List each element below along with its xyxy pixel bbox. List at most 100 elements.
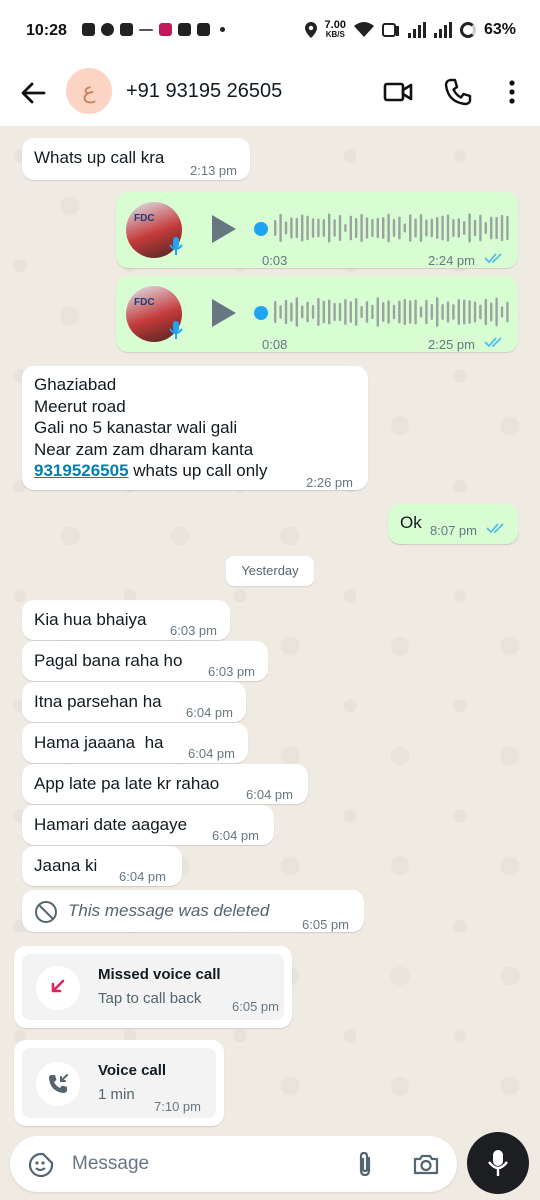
contact-name[interactable]: +91 93195 26505 [126,80,282,103]
call-card-inner: Voice call 1 min 7:10 pm [22,1048,216,1118]
message-line: Near zam zam dharam kanta [34,439,254,459]
incoming-message[interactable]: Jaana ki 6:04 pm [22,846,182,886]
message-time: 6:05 pm [232,999,279,1014]
waveform-bar [468,213,471,243]
message-text: Kia hua bhaiya [34,610,147,629]
battery-icon [459,21,476,38]
message-text: App late pa late kr rahao [34,774,220,793]
attach-icon[interactable] [352,1150,378,1178]
mic-icon [488,1150,508,1176]
play-icon[interactable] [210,298,238,328]
waveform-bar [344,299,347,325]
waveform-bar [274,300,277,324]
waveform-bar [284,299,288,325]
waveform-bar [317,218,320,238]
message-text: Pagal bana raha ho [34,651,183,670]
waveform-bar [392,304,396,320]
chat-area[interactable]: Whats up call kra 2:13 pm FDC 0:03 2:24 … [0,126,540,1136]
incoming-call-icon [49,1074,68,1093]
waveform-bar [387,213,390,243]
waveform-bar [468,300,471,324]
phone-icon[interactable] [442,76,474,108]
message-line: Meerut road [34,396,126,416]
incoming-message[interactable]: App late pa late kr rahao 6:04 pm [22,764,308,804]
waveform-bar [414,218,417,238]
playback-scrubber[interactable] [254,306,268,320]
waveform-bar [457,298,460,326]
message-time: 6:04 pm [186,705,233,720]
notification-icon [82,23,95,36]
waveform-bar [360,305,363,319]
sticker-emoji-icon[interactable] [28,1152,54,1178]
message-time: 6:03 pm [170,623,217,638]
voice-call-card[interactable]: Voice call 1 min 7:10 pm [14,1040,224,1126]
waveform-bar [495,297,498,327]
mic-badge-icon [169,321,183,339]
waveform-bar [436,297,439,327]
incoming-message[interactable]: Pagal bana raha ho 6:03 pm [22,641,268,681]
message-time: 2:24 pm [428,253,475,268]
waveform-bar [441,304,444,320]
back-arrow-icon[interactable] [18,78,48,108]
outgoing-voice-message[interactable]: FDC 0:03 2:24 pm [116,192,518,268]
read-ticks-icon [486,523,504,534]
waveform-bar [311,218,315,238]
missed-call-icon-bg [36,966,80,1010]
play-icon[interactable] [210,214,238,244]
incoming-message[interactable]: Whats up call kra 2:13 pm [22,138,250,180]
waveform-bar [506,215,509,241]
more-options-icon[interactable] [496,76,528,108]
mic-badge-icon [169,237,183,255]
waveform-bar [333,302,336,322]
waveform[interactable] [272,208,514,248]
instagram-icon [120,23,133,36]
message-time: 6:05 pm [302,917,349,932]
video-call-icon[interactable] [382,76,414,108]
deleted-message[interactable]: This message was deleted 6:05 pm [22,890,364,932]
waveform-bar [479,304,482,320]
waveform-bar [490,216,493,240]
waveform-bar [338,302,342,322]
waveform-bar [398,216,401,240]
waveform-bar [317,298,320,326]
waveform-bar [382,217,385,239]
incoming-message[interactable]: Hamari date aagaye 6:04 pm [22,805,274,845]
message-input[interactable]: Message [10,1136,457,1192]
waveform-bar [403,298,406,326]
waveform-bar [473,301,477,323]
waveform-bar [430,218,433,238]
volte-icon [381,22,399,37]
waveform-bar [306,301,309,323]
camera-icon[interactable] [412,1150,440,1178]
voice-duration: 0:08 [262,337,288,352]
missed-call-card[interactable]: Missed voice call Tap to call back 6:05 … [14,946,292,1028]
voice-record-button[interactable] [467,1132,529,1194]
incoming-message[interactable]: Itna parsehan ha 6:04 pm [22,682,246,722]
waveform[interactable] [272,292,514,332]
waveform-bar [500,306,504,318]
incoming-message[interactable]: Ghaziabad Meerut road Gali no 5 kanastar… [22,366,368,490]
incoming-message[interactable]: Hama jaaana ha 6:04 pm [22,723,248,763]
waveform-bar [441,215,444,241]
chat-header: ع +91 93195 26505 [0,62,540,127]
phone-number-link[interactable]: 9319526505 [34,461,129,480]
outgoing-message[interactable]: Ok 8:07 pm [388,504,518,544]
waveform-bar [306,215,309,241]
battery-level: 63% [483,20,516,38]
waveform-bar [338,214,342,242]
more-notifications-dot [220,27,225,32]
playback-scrubber[interactable] [254,222,268,236]
incoming-message[interactable]: Kia hua bhaiya 6:03 pm [22,600,230,640]
waveform-bar [506,301,509,323]
waveform-bar [301,214,304,242]
avatar[interactable]: ع [66,68,112,114]
outgoing-voice-message[interactable]: FDC 0:08 2:25 pm [116,276,518,352]
waveform-bar [279,305,282,319]
waveform-bar [365,300,369,324]
waveform-bar [484,221,487,235]
instagram-icon [178,23,191,36]
network-speed-unit: KB/S [325,30,345,39]
status-right: 7.00 KB/S 63% [304,20,516,39]
waveform-bar [495,216,498,240]
waveform-bar [500,214,504,242]
